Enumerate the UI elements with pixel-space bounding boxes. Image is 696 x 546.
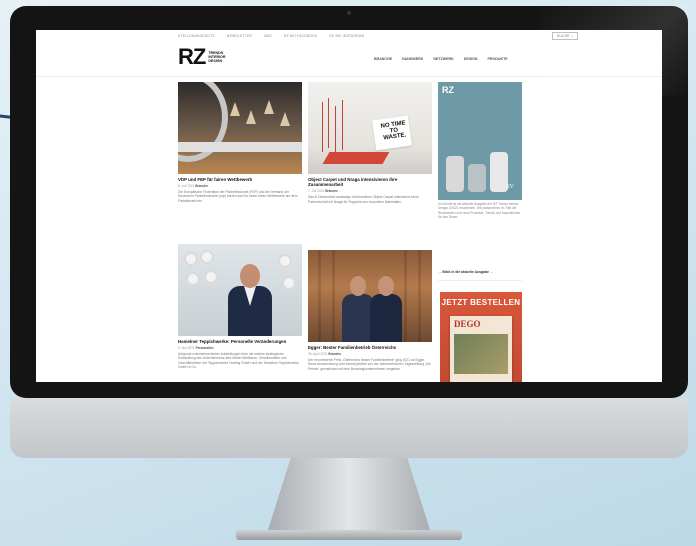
article-excerpt: Der renommierte Preis „Österreichs beste…	[308, 357, 431, 371]
header-divider	[36, 76, 662, 77]
nav-item-produkte[interactable]: PRODUKTE	[488, 57, 508, 61]
article-meta: 8. Juli 2021 Branche	[178, 184, 302, 188]
logo-mark: RZ	[178, 44, 206, 69]
logo-wordmark: TRENDS INTERIOR DESIGN	[208, 51, 225, 64]
topbar-link-newsletter[interactable]: NEWSLETTER	[227, 34, 252, 38]
logo-line-3: DESIGN	[208, 59, 223, 64]
article-date: 30. April 2021	[308, 351, 328, 356]
ad-logo: RZ	[442, 85, 454, 95]
ad-label: SV	[506, 184, 514, 190]
article-category[interactable]: Branche	[195, 184, 208, 188]
search-area: SUCHE ⌕	[551, 32, 578, 40]
topbar-link-facebook[interactable]: RZ BEI FACEBOOK	[284, 34, 318, 38]
topbar-link-jobs[interactable]: STELLENANGEBOTE	[178, 34, 215, 38]
search-icon: ⌕	[570, 34, 573, 38]
article-date: 7. Juli 2021	[308, 188, 325, 193]
article-meta: 30. April 2021 Branche	[308, 352, 432, 356]
article-excerpt: Das in Denkendorf ansässige Unternehmen …	[308, 194, 419, 204]
imac-stand	[268, 458, 430, 530]
topbar-link-abo[interactable]: ABO	[264, 34, 272, 38]
article-category[interactable]: Branche	[328, 352, 341, 356]
nav-item-branche[interactable]: BRANCHE	[374, 57, 392, 61]
website-screen: STELLENANGEBOTE NEWSLETTER ABO RZ BEI FA…	[36, 30, 662, 382]
imac-base	[236, 530, 462, 540]
magazine-title: DEGO	[454, 319, 481, 329]
sidebar-text: Im Schnitt ist die aktuelle Ausgabe der …	[438, 202, 521, 220]
article-card[interactable]: NO TIME TO WASTE. Object Carpet und Nrag…	[308, 82, 432, 204]
article-date: 6. Mai 2021	[178, 345, 195, 350]
article-title[interactable]: Egger: Bester Familienbetrieb Österreich…	[308, 345, 432, 350]
article-excerpt: Aufgrund unternehmerischer Aufstellungen…	[178, 351, 300, 370]
imac-chin	[10, 398, 688, 458]
article-category[interactable]: Branche	[325, 189, 338, 193]
article-meta: 7. Juli 2021 Branche	[308, 189, 432, 193]
article-title[interactable]: VDP und FEP für fairen Wettbewerb	[178, 177, 302, 182]
ad-headline: JETZT BESTELLEN	[441, 298, 521, 307]
article-card[interactable]: VDP und FEP für fairen Wettbewerb 8. Jul…	[178, 82, 302, 203]
order-magazine-ad[interactable]: JETZT BESTELLEN DEGO	[440, 292, 522, 382]
article-date: 8. Juli 2021	[178, 183, 195, 188]
article-category[interactable]: Personalien	[196, 346, 214, 350]
sidebar-issue-link[interactable]: → Blick in die aktuelle Ausgabe →	[438, 270, 493, 274]
main-navigation: BRANCHE HANDWERK NETZWERK DESIGN PRODUKT…	[374, 57, 508, 61]
search-button[interactable]: SUCHE ⌕	[551, 32, 578, 40]
article-image[interactable]	[178, 244, 302, 336]
article-meta: 6. Mai 2021 Personalien	[178, 346, 302, 350]
article-title[interactable]: Hamelner Teppichwerke: Personelle Veränd…	[178, 339, 302, 344]
article-card[interactable]: Egger: Bester Familienbetrieb Österreich…	[308, 250, 432, 371]
nav-item-netzwerk[interactable]: NETZWERK	[433, 57, 453, 61]
search-label: SUCHE	[556, 34, 570, 38]
magazine-cover-ad[interactable]: RZ SV	[438, 82, 522, 200]
article-image[interactable]	[308, 250, 432, 342]
article-title[interactable]: Object Carpet und Nraga intensivieren ih…	[308, 177, 432, 187]
article-excerpt: Die Europäische Föderation der Parkettin…	[178, 189, 298, 203]
article-image[interactable]	[178, 82, 302, 174]
sidebar-divider	[438, 280, 522, 281]
article-card[interactable]: Hamelner Teppichwerke: Personelle Veränd…	[178, 244, 302, 370]
camera-dot	[347, 11, 351, 15]
utility-bar: STELLENANGEBOTE NEWSLETTER ABO RZ BEI FA…	[36, 30, 662, 42]
nav-item-handwerk[interactable]: HANDWERK	[402, 57, 423, 61]
article-image[interactable]: NO TIME TO WASTE.	[308, 82, 432, 174]
topbar-link-instagram[interactable]: RZ BEI INSTAGRAM	[329, 34, 364, 38]
magazine-image	[454, 334, 508, 374]
nav-item-design[interactable]: DESIGN	[464, 57, 478, 61]
site-logo[interactable]: RZ TRENDS INTERIOR DESIGN	[178, 46, 226, 68]
